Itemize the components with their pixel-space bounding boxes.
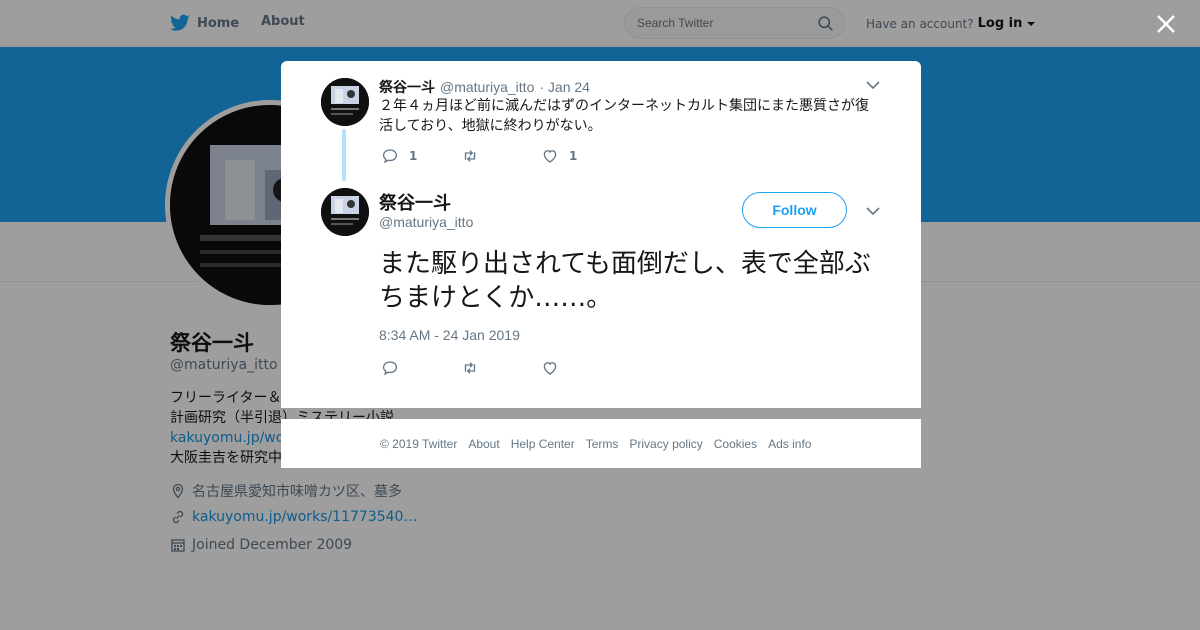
footer-link-terms[interactable]: Terms: [586, 437, 619, 451]
thread-connector-line: [342, 129, 346, 181]
main-tweet-avatar[interactable]: [321, 188, 369, 236]
heart-icon: [543, 362, 557, 375]
footer-link-cookies[interactable]: Cookies: [714, 437, 757, 451]
footer-link-privacy[interactable]: Privacy policy: [629, 437, 702, 451]
tweet-modal: 祭谷一斗 @maturiya_itto · Jan 24 ２年４ヵ月ほど前に滅ん…: [281, 61, 921, 408]
parent-tweet-avatar[interactable]: [321, 78, 369, 126]
footer-links: © 2019 Twitter About Help Center Terms P…: [380, 437, 811, 451]
main-tweet-timestamp[interactable]: 8:34 AM - 24 Jan 2019: [379, 327, 520, 343]
like-button[interactable]: 1: [541, 147, 621, 165]
retweet-button[interactable]: [461, 147, 541, 165]
main-tweet-text: また駆り出されても面倒だし、表で全部ぶちまけとくか……。: [379, 249, 871, 313]
parent-tweet-actions: 1 1: [381, 147, 621, 165]
reply-button[interactable]: [381, 359, 461, 377]
parent-tweet-date[interactable]: · Jan 24: [539, 79, 590, 95]
close-icon[interactable]: [1154, 12, 1178, 36]
footer-link-help-center[interactable]: Help Center: [511, 437, 575, 451]
retweet-button[interactable]: [461, 359, 541, 377]
parent-tweet-name[interactable]: 祭谷一斗: [379, 77, 435, 97]
like-count: 1: [569, 149, 578, 163]
avatar-artwork: [321, 188, 369, 236]
footer-copyright: © 2019 Twitter: [380, 437, 458, 451]
parent-tweet-header: 祭谷一斗 @maturiya_itto · Jan 24: [379, 77, 590, 97]
chevron-down-icon[interactable]: [865, 77, 881, 93]
like-button[interactable]: [541, 359, 621, 377]
main-tweet-name[interactable]: 祭谷一斗: [379, 189, 451, 215]
main-tweet-handle[interactable]: @maturiya_itto: [379, 214, 473, 230]
heart-icon: [543, 150, 557, 163]
reply-icon: [382, 149, 398, 164]
reply-count: 1: [409, 149, 418, 163]
retweet-icon: [464, 362, 476, 374]
footer-link-ads-info[interactable]: Ads info: [768, 437, 811, 451]
avatar-artwork: [321, 78, 369, 126]
reply-button[interactable]: 1: [381, 147, 461, 165]
parent-tweet-handle[interactable]: @maturiya_itto: [440, 79, 534, 95]
chevron-down-icon[interactable]: [865, 203, 881, 219]
footer-link-about[interactable]: About: [468, 437, 499, 451]
parent-tweet-text: ２年４ヵ月ほど前に滅んだはずのインターネットカルト集団にまた悪質さが復活しており…: [379, 98, 869, 134]
modal-footer: © 2019 Twitter About Help Center Terms P…: [281, 419, 921, 468]
retweet-icon: [464, 150, 476, 162]
reply-icon: [382, 361, 398, 376]
main-tweet-actions: [381, 359, 621, 377]
follow-button[interactable]: Follow: [742, 192, 847, 228]
